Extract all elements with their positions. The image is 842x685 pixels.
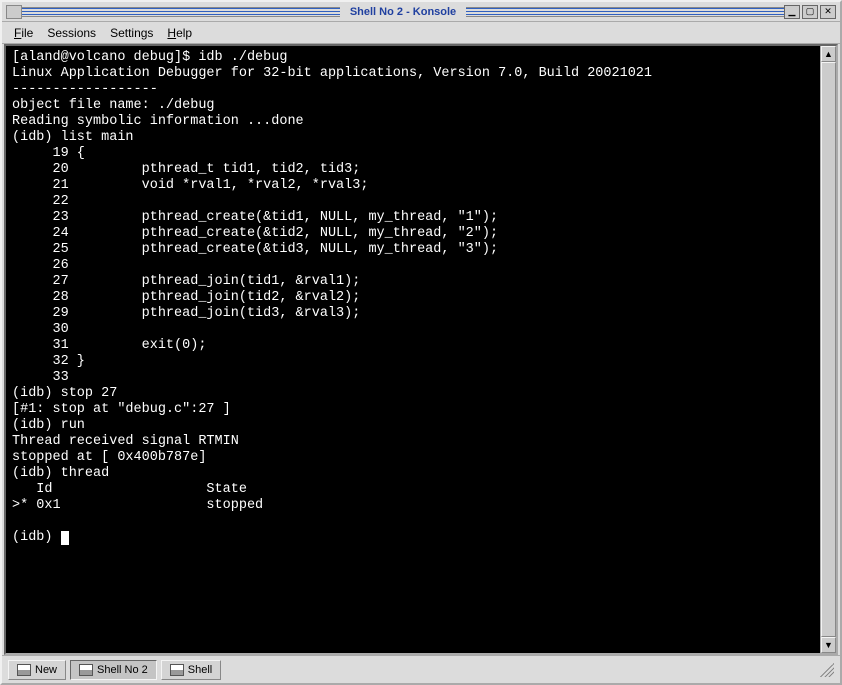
menu-file[interactable]: File: [8, 24, 39, 42]
new-tab-label: New: [35, 664, 57, 676]
title-wrap: Shell No 2 - Konsole: [22, 6, 784, 18]
window-menu-button[interactable]: [6, 5, 22, 19]
status-bar: New Shell No 2 Shell: [2, 655, 840, 683]
menu-help[interactable]: Help: [161, 24, 198, 42]
new-tab-button[interactable]: New: [8, 660, 66, 680]
vertical-scrollbar[interactable]: ▲ ▼: [820, 46, 836, 653]
scroll-up-button[interactable]: ▲: [821, 46, 836, 62]
cursor: [61, 531, 69, 545]
title-decoration: [22, 7, 340, 17]
new-tab-icon: [17, 664, 31, 676]
resize-grip[interactable]: [820, 663, 834, 677]
close-button[interactable]: ✕: [820, 5, 836, 19]
title-decoration: [466, 7, 784, 17]
tab-label: Shell No 2: [97, 664, 148, 676]
menu-bar: File Sessions Settings Help: [2, 22, 840, 44]
window-title: Shell No 2 - Konsole: [346, 6, 460, 18]
window-controls: ▁ ▢ ✕: [784, 5, 836, 19]
menu-sessions[interactable]: Sessions: [41, 24, 102, 42]
tab-label: Shell: [188, 664, 212, 676]
scroll-track[interactable]: [821, 62, 836, 637]
app-window: Shell No 2 - Konsole ▁ ▢ ✕ File Sessions…: [0, 0, 842, 685]
minimize-button[interactable]: ▁: [784, 5, 800, 19]
scroll-thumb[interactable]: [821, 62, 836, 637]
shell-icon: [170, 664, 184, 676]
title-bar[interactable]: Shell No 2 - Konsole ▁ ▢ ✕: [2, 2, 840, 22]
status-right: [225, 663, 834, 677]
terminal[interactable]: [aland@volcano debug]$ idb ./debug Linux…: [6, 46, 820, 653]
tab-shell-no-2[interactable]: Shell No 2: [70, 660, 157, 680]
shell-icon: [79, 664, 93, 676]
maximize-button[interactable]: ▢: [802, 5, 818, 19]
tab-shell[interactable]: Shell: [161, 660, 221, 680]
menu-settings[interactable]: Settings: [104, 24, 159, 42]
scroll-down-button[interactable]: ▼: [821, 637, 836, 653]
terminal-area: [aland@volcano debug]$ idb ./debug Linux…: [4, 44, 838, 655]
